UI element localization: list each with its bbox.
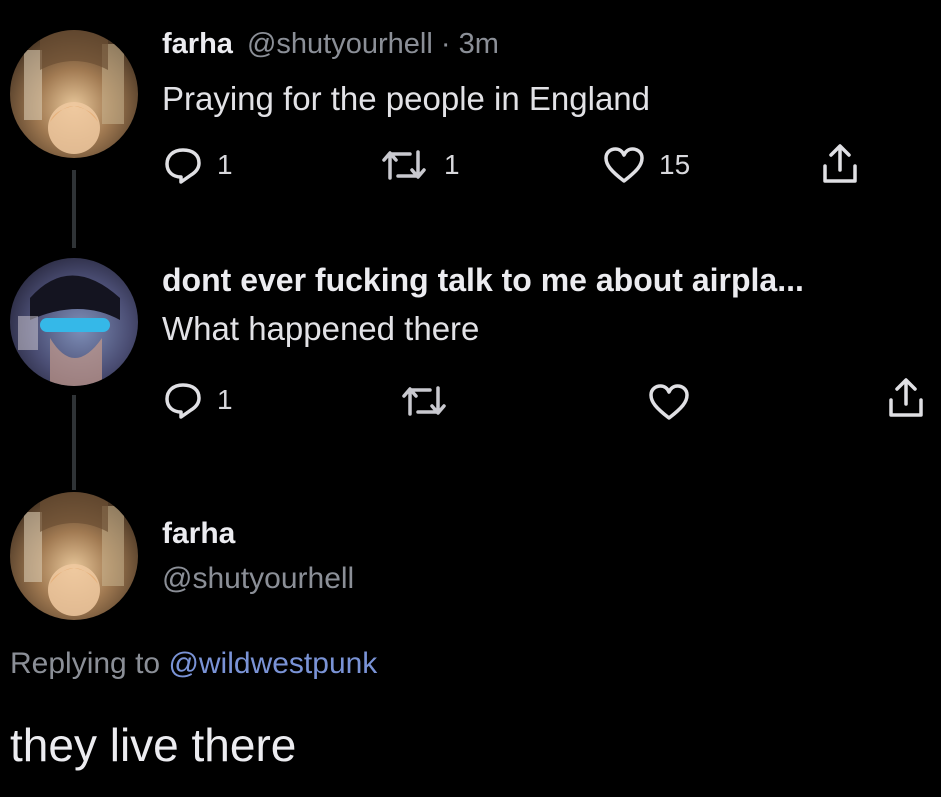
tweet3-display-name[interactable]: farha xyxy=(162,517,235,551)
tweet1-time[interactable]: 3m xyxy=(459,28,499,60)
tweet2-share-button[interactable] xyxy=(886,376,926,420)
tweet2-retweet-button[interactable] xyxy=(398,382,450,420)
tweet3-text: they live there xyxy=(10,719,297,771)
replying-to-prefix: Replying to xyxy=(10,647,161,680)
heart-icon xyxy=(603,146,645,184)
speech-bubble-icon xyxy=(163,145,203,185)
share-upload-icon xyxy=(820,142,860,186)
tweet2-reply-count: 1 xyxy=(217,384,233,415)
thread-connector-top xyxy=(72,170,76,248)
tweet1-like-count: 15 xyxy=(659,149,691,180)
replying-to-line: Replying to @wildwestpunk xyxy=(10,647,377,681)
speech-bubble-icon xyxy=(163,380,203,420)
tweet2-reply-button[interactable]: 1 xyxy=(163,380,233,420)
tweet1-share-button[interactable] xyxy=(820,142,860,186)
tweet1-separator: · xyxy=(440,28,451,60)
tweet1-retweet-count: 1 xyxy=(444,149,460,180)
replying-to-handle[interactable]: @wildwestpunk xyxy=(168,647,377,680)
tweet2-text: What happened there xyxy=(162,310,480,347)
avatar-airplane-user[interactable] xyxy=(10,258,138,386)
tweet1-reply-count: 1 xyxy=(217,149,233,180)
retweet-arrows-icon xyxy=(398,382,450,420)
tweet1-text: Praying for the people in England xyxy=(162,80,651,117)
tweet2-display-name[interactable]: dont ever fucking talk to me about airpl… xyxy=(162,262,804,299)
retweet-arrows-icon xyxy=(378,146,430,184)
thread-connector-bottom xyxy=(72,395,76,490)
avatar-farha-reply[interactable] xyxy=(10,492,138,620)
tweet1-display-name[interactable]: farha xyxy=(162,28,233,60)
share-upload-icon xyxy=(886,376,926,420)
avatar-farha[interactable] xyxy=(10,30,138,158)
tweet1-handle[interactable]: @shutyourhell xyxy=(247,28,433,60)
tweet1-retweet-button[interactable]: 1 xyxy=(378,146,460,184)
tweet2-like-button[interactable] xyxy=(648,383,690,421)
tweet1-like-button[interactable]: 15 xyxy=(603,146,690,184)
tweet3-handle[interactable]: @shutyourhell xyxy=(162,562,354,596)
tweet1-reply-button[interactable]: 1 xyxy=(163,145,233,185)
heart-icon xyxy=(648,383,690,421)
